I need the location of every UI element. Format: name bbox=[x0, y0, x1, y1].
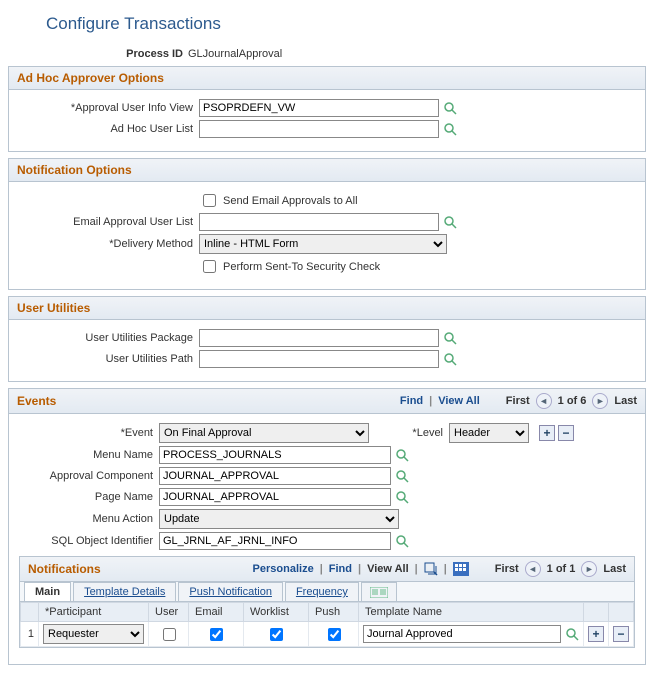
user-utilities-section: User Utilities User Utilities Package Us… bbox=[8, 296, 646, 382]
tab-main[interactable]: Main bbox=[24, 582, 71, 601]
lookup-icon[interactable] bbox=[443, 331, 457, 345]
process-id-value: GLJournalApproval bbox=[188, 48, 282, 60]
events-find-link[interactable]: Find bbox=[400, 395, 423, 407]
events-prev-button[interactable]: ◄ bbox=[536, 393, 552, 409]
level-label: *Level bbox=[369, 427, 449, 439]
user-utilities-title: User Utilities bbox=[17, 301, 90, 315]
sql-obj-id-input[interactable] bbox=[159, 532, 391, 550]
zoom-icon[interactable] bbox=[424, 562, 438, 576]
participant-select[interactable]: Requester bbox=[43, 624, 144, 644]
perform-sentto-checkbox[interactable] bbox=[203, 260, 216, 273]
events-counter: 1 of 6 bbox=[558, 395, 587, 407]
email-approval-user-list-input[interactable] bbox=[199, 213, 439, 231]
worklist-checkbox[interactable] bbox=[270, 628, 283, 641]
event-select[interactable]: On Final Approval bbox=[159, 423, 369, 443]
adhoc-section: Ad Hoc Approver Options *Approval User I… bbox=[8, 66, 646, 152]
notifications-viewall-label[interactable]: View All bbox=[367, 563, 409, 575]
lookup-icon[interactable] bbox=[395, 534, 409, 548]
lookup-icon[interactable] bbox=[395, 469, 409, 483]
approval-component-input[interactable] bbox=[159, 467, 391, 485]
events-last-label[interactable]: Last bbox=[614, 395, 637, 407]
email-approval-user-list-label: Email Approval User List bbox=[19, 216, 199, 228]
push-checkbox[interactable] bbox=[328, 628, 341, 641]
event-label: *Event bbox=[19, 427, 159, 439]
col-push: Push bbox=[309, 603, 359, 622]
notifications-last-label[interactable]: Last bbox=[603, 563, 626, 575]
page-name-input[interactable] bbox=[159, 488, 391, 506]
level-select[interactable]: Header bbox=[449, 423, 529, 443]
events-add-row-button[interactable]: + bbox=[539, 425, 555, 441]
notifications-prev-button[interactable]: ◄ bbox=[525, 561, 541, 577]
tab-frequency[interactable]: Frequency bbox=[285, 582, 359, 601]
events-next-button[interactable]: ► bbox=[592, 393, 608, 409]
download-icon[interactable] bbox=[453, 562, 469, 576]
adhoc-title: Ad Hoc Approver Options bbox=[17, 71, 164, 85]
row-delete-button[interactable]: − bbox=[613, 626, 629, 642]
menu-action-select[interactable]: Update bbox=[159, 509, 399, 529]
send-email-all-checkbox[interactable] bbox=[203, 194, 216, 207]
lookup-icon[interactable] bbox=[395, 448, 409, 462]
col-template-name: Template Name bbox=[359, 603, 584, 622]
menu-name-label: Menu Name bbox=[19, 449, 159, 461]
delivery-method-label: *Delivery Method bbox=[19, 238, 199, 250]
notifications-title: Notifications bbox=[28, 562, 101, 576]
template-name-input[interactable] bbox=[363, 625, 561, 643]
row-add-button[interactable]: + bbox=[588, 626, 604, 642]
notifications-personalize-link[interactable]: Personalize bbox=[253, 563, 314, 575]
col-participant: *Participant bbox=[39, 603, 149, 622]
lookup-icon[interactable] bbox=[443, 101, 457, 115]
notifications-grid: *Participant User Email Worklist Push Te… bbox=[20, 602, 634, 647]
lookup-icon[interactable] bbox=[565, 627, 579, 641]
col-user: User bbox=[149, 603, 189, 622]
notifications-first-label[interactable]: First bbox=[495, 563, 519, 575]
adhoc-user-list-label: Ad Hoc User List bbox=[19, 123, 199, 135]
approval-user-info-view-label: *Approval User Info View bbox=[19, 102, 199, 114]
row-num: 1 bbox=[21, 622, 39, 647]
menu-name-input[interactable] bbox=[159, 446, 391, 464]
events-first-label[interactable]: First bbox=[506, 395, 530, 407]
user-utilities-package-input[interactable] bbox=[199, 329, 439, 347]
col-email: Email bbox=[189, 603, 244, 622]
process-id-label: Process ID bbox=[8, 48, 188, 60]
tab-show-all-icon[interactable] bbox=[361, 582, 397, 601]
table-row: 1 Requester + − bbox=[21, 622, 634, 647]
col-rownum bbox=[21, 603, 39, 622]
notifications-counter: 1 of 1 bbox=[547, 563, 576, 575]
notifications-section: Notifications Personalize | Find | View … bbox=[19, 556, 635, 648]
lookup-icon[interactable] bbox=[443, 215, 457, 229]
tab-push-notification[interactable]: Push Notification bbox=[178, 582, 283, 601]
user-utilities-path-input[interactable] bbox=[199, 350, 439, 368]
user-utilities-path-label: User Utilities Path bbox=[19, 353, 199, 365]
notifications-next-button[interactable]: ► bbox=[581, 561, 597, 577]
notification-options-section: Notification Options Send Email Approval… bbox=[8, 158, 646, 290]
sql-obj-id-label: SQL Object Identifier bbox=[19, 535, 159, 547]
notification-options-title: Notification Options bbox=[17, 163, 132, 177]
notifications-find-link[interactable]: Find bbox=[329, 563, 352, 575]
delivery-method-select[interactable]: Inline - HTML Form bbox=[199, 234, 447, 254]
process-id-row: Process ID GLJournalApproval bbox=[8, 48, 646, 60]
send-email-all-label: Send Email Approvals to All bbox=[223, 195, 358, 207]
lookup-icon[interactable] bbox=[395, 490, 409, 504]
events-title: Events bbox=[17, 394, 56, 408]
events-viewall-link[interactable]: View All bbox=[438, 395, 480, 407]
user-utilities-package-label: User Utilities Package bbox=[19, 332, 199, 344]
menu-action-label: Menu Action bbox=[19, 513, 159, 525]
email-checkbox[interactable] bbox=[210, 628, 223, 641]
perform-sentto-label: Perform Sent-To Security Check bbox=[223, 261, 380, 273]
lookup-icon[interactable] bbox=[443, 122, 457, 136]
adhoc-user-list-input[interactable] bbox=[199, 120, 439, 138]
notifications-tabs: Main Template Details Push Notification … bbox=[20, 582, 634, 602]
tab-template-details[interactable]: Template Details bbox=[73, 582, 176, 601]
page-title: Configure Transactions bbox=[46, 14, 646, 34]
user-checkbox[interactable] bbox=[163, 628, 176, 641]
col-worklist: Worklist bbox=[244, 603, 309, 622]
events-section: Events Find | View All First ◄ 1 of 6 ► … bbox=[8, 388, 646, 665]
approval-component-label: Approval Component bbox=[19, 470, 159, 482]
lookup-icon[interactable] bbox=[443, 352, 457, 366]
events-delete-row-button[interactable]: − bbox=[558, 425, 574, 441]
page-name-label: Page Name bbox=[19, 491, 159, 503]
approval-user-info-view-input[interactable] bbox=[199, 99, 439, 117]
